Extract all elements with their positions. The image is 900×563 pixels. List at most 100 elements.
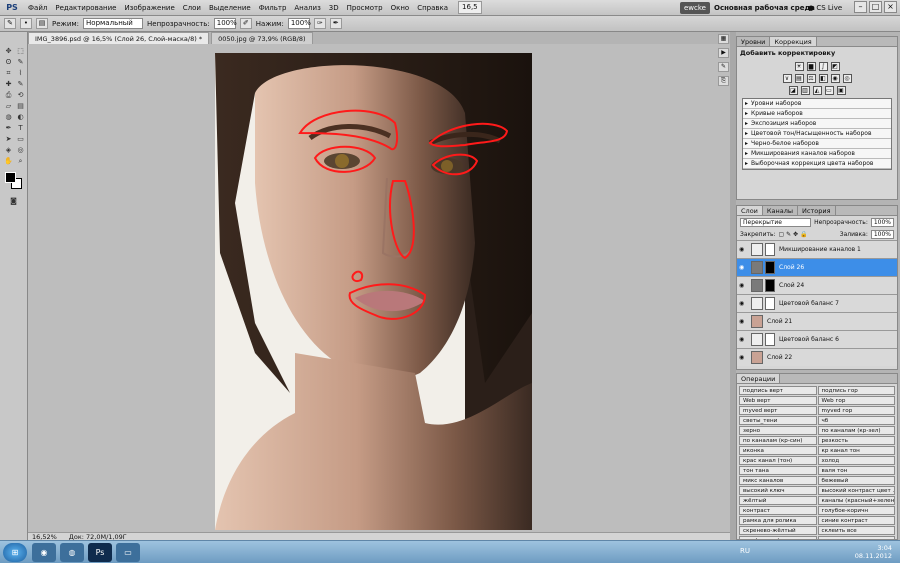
action-button[interactable]: иконка — [739, 446, 817, 455]
path-select-icon[interactable]: ➤ — [3, 134, 14, 144]
explorer-icon[interactable]: ▭ — [116, 543, 140, 562]
layers-tab-2[interactable]: История — [798, 206, 836, 215]
workspace-switcher[interactable]: Основная рабочая среда — [714, 2, 815, 14]
layer-mask-thumbnail[interactable] — [765, 297, 775, 310]
move-tool-icon[interactable]: ✥ — [3, 46, 14, 56]
layer-row[interactable]: ◉ Слой 21 — [737, 312, 897, 330]
action-button[interactable]: тон тана — [739, 466, 817, 475]
preset-item[interactable]: Черно-белое наборов — [743, 139, 891, 149]
menu-item-6[interactable]: Анализ — [290, 0, 324, 16]
portrait-photo[interactable] — [215, 53, 532, 530]
visibility-eye-icon[interactable]: ◉ — [739, 354, 747, 362]
action-button[interactable]: крас канал (тон) — [739, 456, 817, 465]
exposure-icon[interactable]: ◩ — [830, 62, 840, 71]
pressure-opacity-icon[interactable]: ✐ — [239, 18, 252, 29]
action-button[interactable]: жёлтый — [739, 496, 817, 505]
lock-icons[interactable]: ▢ ✎ ✥ 🔒 — [779, 231, 808, 238]
brush-tool-icon[interactable]: ✎ — [15, 79, 26, 89]
brush-size-icon[interactable]: • — [20, 18, 32, 29]
fill-input[interactable]: 100% — [870, 229, 894, 239]
menu-item-4[interactable]: Выделение — [205, 0, 255, 16]
action-button[interactable]: подпись верт — [739, 386, 817, 395]
action-button[interactable]: зерно — [739, 426, 817, 435]
preset-item[interactable]: Кривые наборов — [743, 109, 891, 119]
history-brush-icon[interactable]: ⟲ — [15, 90, 26, 100]
history-icon[interactable]: ▦ — [718, 34, 729, 44]
action-button[interactable]: чб — [817, 416, 895, 425]
action-button[interactable]: холод — [817, 456, 895, 465]
language-indicator[interactable]: RU — [740, 547, 750, 555]
photoshop-taskbar-icon[interactable]: Ps — [88, 543, 112, 562]
menu-item-2[interactable]: Изображение — [120, 0, 178, 16]
3d-orbit-icon[interactable]: ◎ — [15, 145, 26, 155]
preset-item[interactable]: Микширования каналов наборов — [743, 149, 891, 159]
action-button[interactable]: myved верт — [739, 406, 817, 415]
brush-panel-icon[interactable]: ▤ — [36, 18, 48, 29]
minimize-icon[interactable]: – — [854, 1, 867, 13]
workspace-badge[interactable]: ewcke — [680, 2, 710, 14]
opacity-input[interactable]: 100% — [213, 18, 237, 29]
action-button[interactable]: скренево-жёлтый — [739, 526, 817, 535]
preset-item[interactable]: Экспозиция наборов — [743, 119, 891, 129]
eraser-icon[interactable]: ▱ — [3, 101, 14, 111]
adjustments-tab-1[interactable]: Коррекция — [770, 37, 817, 46]
layer-row[interactable]: ◉ Слой 24 — [737, 276, 897, 294]
action-button[interactable]: Web верт — [739, 396, 817, 405]
action-button[interactable]: светы_тени — [739, 416, 817, 425]
preset-item[interactable]: Уровни наборов — [743, 99, 891, 109]
preset-item[interactable]: Цветовой тон/Насыщенность наборов — [743, 129, 891, 139]
hue-saturation-icon[interactable]: ▤ — [794, 74, 804, 83]
clone-stamp-icon[interactable]: ⎙ — [3, 90, 14, 100]
visibility-eye-icon[interactable]: ◉ — [739, 336, 747, 344]
menu-item-10[interactable]: Справка — [413, 0, 452, 16]
document-tab-0[interactable]: IMG_3896.psd @ 16,5% (Слой 26, Слой-маск… — [28, 32, 210, 44]
tab-actions[interactable]: Операции — [737, 374, 781, 383]
clone-source-icon[interactable]: ⎘ — [718, 76, 729, 86]
action-button[interactable]: голубое-коричн — [817, 506, 895, 515]
layer-opacity-input[interactable]: 100% — [870, 217, 894, 227]
camera-app-icon[interactable]: ◍ — [60, 543, 84, 562]
layer-mask-thumbnail[interactable] — [765, 333, 775, 346]
dodge-tool-icon[interactable]: ◐ — [15, 112, 26, 122]
brush-presets-icon[interactable]: ✎ — [718, 62, 729, 72]
layer-row[interactable]: ◉ Цветовой баланс 7 — [737, 294, 897, 312]
layer-mask-thumbnail[interactable] — [765, 243, 775, 256]
visibility-eye-icon[interactable]: ◉ — [739, 264, 747, 272]
action-button[interactable]: по каналам (кр-син) — [739, 436, 817, 445]
menu-item-1[interactable]: Редактирование — [51, 0, 120, 16]
vibrance-icon[interactable]: ∨ — [782, 74, 792, 83]
hand-tool-icon[interactable]: ✋ — [3, 156, 14, 166]
layer-mask-thumbnail[interactable] — [765, 279, 775, 292]
shape-tool-icon[interactable]: ▭ — [15, 134, 26, 144]
cs-live-button[interactable]: ● CS Live — [808, 2, 842, 14]
menu-item-9[interactable]: Окно — [387, 0, 414, 16]
gradient-map-icon[interactable]: ▭ — [824, 86, 834, 95]
action-button[interactable]: контраст — [739, 506, 817, 515]
mode-select[interactable]: Нормальный — [83, 18, 144, 29]
layer-mask-thumbnail[interactable] — [765, 261, 775, 274]
layer-row[interactable]: ◉ Слой 22 — [737, 348, 897, 366]
healing-brush-icon[interactable]: ✚ — [3, 79, 14, 89]
menu-item-0[interactable]: Файл — [24, 0, 51, 16]
pressure-input[interactable]: 100% — [287, 18, 311, 29]
posterize-icon[interactable]: ▥ — [800, 86, 810, 95]
layer-row[interactable]: ◉ Микширование каналов 1 — [737, 240, 897, 258]
preset-item[interactable]: Выборочная коррекция цвета наборов — [743, 159, 891, 169]
quick-mask-icon[interactable]: ◙ — [8, 196, 19, 206]
action-button[interactable]: myved гор — [817, 406, 895, 415]
actions-icon[interactable]: ▶ — [718, 48, 729, 58]
photo-filter-icon[interactable]: ◉ — [830, 74, 840, 83]
action-button[interactable]: валя тон — [817, 466, 895, 475]
zoom-tool-icon[interactable]: ⌕ — [15, 156, 26, 166]
channel-mixer-icon[interactable]: ◎ — [842, 74, 852, 83]
foreground-color-swatch[interactable] — [5, 172, 16, 183]
visibility-eye-icon[interactable]: ◉ — [739, 282, 747, 290]
menu-item-8[interactable]: Просмотр — [343, 0, 387, 16]
chrome-icon[interactable]: ◉ — [32, 543, 56, 562]
pen-tool-icon[interactable]: ✒ — [3, 123, 14, 133]
visibility-eye-icon[interactable]: ◉ — [739, 318, 747, 326]
menu-item-3[interactable]: Слои — [179, 0, 205, 16]
action-button[interactable]: бежевый — [817, 476, 895, 485]
3d-rotate-icon[interactable]: ◈ — [3, 145, 14, 155]
action-button[interactable]: высокий контраст цвет ... — [817, 486, 895, 495]
